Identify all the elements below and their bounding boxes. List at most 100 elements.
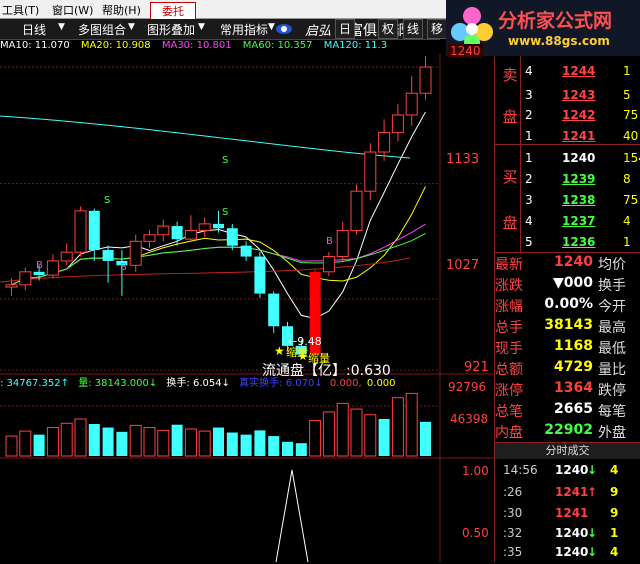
stat-label: 最新 bbox=[495, 257, 523, 273]
volume-axis-top: 92796 bbox=[448, 380, 487, 394]
stat-value: 1364 bbox=[554, 380, 593, 396]
stat-label: 换手 bbox=[598, 278, 626, 294]
volume-bar bbox=[74, 418, 87, 457]
volume-legend: : 34767.352↑ 量: 38143.000↓ 换手: 6.054↓ 真实… bbox=[0, 374, 440, 388]
ma30-value: MA30: 10.801 bbox=[161, 40, 232, 51]
brand-logo-text: 启弘 bbox=[305, 24, 332, 39]
stat-label: 每笔 bbox=[598, 404, 626, 420]
daily-button[interactable]: 日线 bbox=[20, 21, 48, 37]
stat-row: 涨幅 0.00% 今开 bbox=[495, 296, 640, 317]
volume-bar bbox=[282, 441, 293, 456]
menu-item-window[interactable]: 窗口(W) bbox=[52, 2, 93, 18]
kline-chart[interactable] bbox=[0, 54, 495, 562]
signal-s: S bbox=[222, 155, 229, 166]
ma60-value: MA60: 10.357 bbox=[242, 40, 313, 51]
volume-bar bbox=[5, 435, 18, 457]
tab-day[interactable]: 日 bbox=[335, 19, 355, 39]
volume-bar bbox=[19, 430, 32, 457]
volume-bar bbox=[405, 392, 418, 457]
ma-line bbox=[11, 186, 426, 286]
chevron-down-icon[interactable]: ▼ bbox=[198, 22, 205, 32]
volume-bar bbox=[309, 419, 322, 457]
price-axis-top: 1240 bbox=[448, 44, 483, 58]
tick-volume: 4 bbox=[610, 463, 619, 477]
sell-row[interactable]: 4 1244 1 bbox=[495, 64, 640, 88]
candle-body bbox=[143, 234, 156, 242]
volume-bar bbox=[364, 414, 377, 457]
stat-label: 总手 bbox=[495, 320, 523, 336]
tab-line[interactable]: 线 bbox=[403, 19, 423, 39]
volume-bar bbox=[322, 411, 335, 457]
vol-ma-value: : 34767.352↑ bbox=[0, 378, 70, 388]
candle-body bbox=[88, 210, 100, 251]
chevron-down-icon[interactable]: ▼ bbox=[58, 22, 65, 32]
sell-level: 2 bbox=[525, 108, 533, 122]
sell-volume: 40 bbox=[623, 129, 639, 143]
tick-row: 14:56 1240 ↓ 4 bbox=[495, 463, 640, 482]
candle-body bbox=[60, 251, 73, 262]
ma20-value: MA20: 10.908 bbox=[80, 40, 151, 51]
stat-label: 涨幅 bbox=[495, 299, 523, 315]
stat-label: 今开 bbox=[598, 299, 626, 315]
stat-row: 涨停 1364 跌停 bbox=[495, 380, 640, 401]
stat-label: 最高 bbox=[598, 320, 626, 336]
volume-bar bbox=[295, 443, 307, 456]
sell-price: 1244 bbox=[562, 64, 596, 78]
stat-value: 2665 bbox=[554, 401, 593, 417]
buy-price: 1240 bbox=[562, 151, 596, 165]
tick-row: :26 1241 ↑ 9 bbox=[495, 485, 640, 504]
buy-volume: 154 bbox=[623, 151, 640, 165]
tab-rights[interactable]: 权 bbox=[378, 19, 398, 39]
stat-label: 最低 bbox=[598, 341, 626, 357]
volume-bar bbox=[33, 434, 45, 456]
chevron-down-icon[interactable]: ▼ bbox=[128, 22, 135, 32]
candle-body bbox=[102, 250, 114, 261]
buy-price: 1238 bbox=[562, 193, 596, 207]
buy-volume: 75 bbox=[623, 193, 639, 207]
ma-line bbox=[11, 223, 426, 286]
sell-level: 4 bbox=[525, 64, 533, 78]
candle-body bbox=[184, 229, 197, 240]
menu-item-tools[interactable]: 工具(T) bbox=[2, 2, 39, 18]
sell-volume: 5 bbox=[623, 88, 631, 102]
buy-price: 1237 bbox=[562, 214, 596, 228]
volume-bar bbox=[378, 419, 390, 456]
red-value: 0.000, bbox=[329, 378, 362, 388]
sell-volume: 75 bbox=[623, 108, 639, 122]
overlay-button[interactable]: 图形叠加 bbox=[145, 21, 197, 37]
tick-volume: 1 bbox=[610, 526, 619, 540]
ma120-value: MA120: 11.3 bbox=[323, 40, 388, 51]
volume-bar bbox=[226, 432, 238, 456]
stat-label: 总笔 bbox=[495, 404, 523, 420]
chevron-down-icon[interactable]: ▼ bbox=[268, 22, 275, 32]
candle-body bbox=[378, 131, 391, 153]
candle-body bbox=[322, 256, 335, 273]
candle-body bbox=[405, 92, 418, 116]
sell-price: 1241 bbox=[562, 129, 596, 143]
tab-move[interactable]: 移 bbox=[427, 19, 447, 39]
tick-panel-title[interactable]: 分时成交 bbox=[495, 443, 640, 459]
ma120-line bbox=[0, 115, 411, 159]
multi-chart-button[interactable]: 多图组合 bbox=[76, 21, 128, 37]
indicator-line bbox=[275, 469, 309, 562]
candle-body bbox=[74, 210, 87, 253]
menu-item-help[interactable]: 帮助(H) bbox=[102, 2, 141, 18]
candle-body bbox=[419, 66, 432, 94]
yellow-value: 0.000 bbox=[366, 378, 396, 388]
stat-label: 涨跌 bbox=[495, 278, 523, 294]
candle-body bbox=[240, 245, 252, 257]
ma10-value: MA10: 11.070 bbox=[0, 40, 70, 51]
arrow-down-icon: ↓ bbox=[587, 526, 598, 540]
indicator-button[interactable]: 常用指标 bbox=[218, 21, 270, 37]
volume-bar bbox=[420, 421, 431, 456]
stat-label: 总额 bbox=[495, 362, 523, 378]
candle-body bbox=[391, 114, 404, 133]
tick-volume: 9 bbox=[610, 506, 619, 520]
price-axis-bottom: 921 bbox=[464, 360, 489, 375]
buy-level: 3 bbox=[525, 193, 533, 207]
tick-time: :32 bbox=[503, 526, 523, 540]
sell-row[interactable]: 1 1241 40 bbox=[495, 129, 640, 153]
volume-axis-mid: 46398 bbox=[450, 412, 489, 426]
candle-body bbox=[129, 240, 142, 266]
price-axis-mid: 1133 bbox=[446, 152, 480, 167]
